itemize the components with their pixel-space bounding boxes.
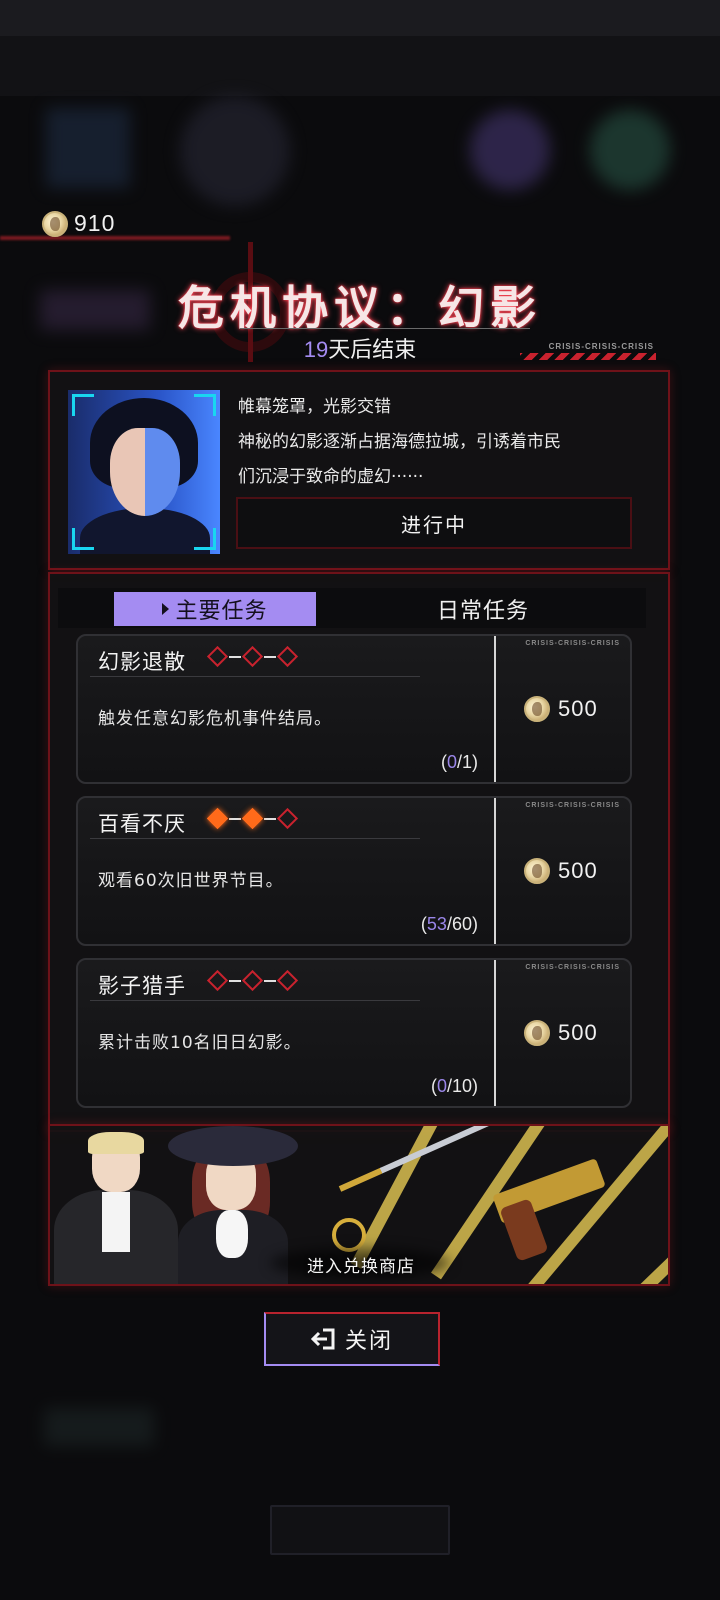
countdown-suffix: 天后结束 <box>328 338 417 363</box>
crisis-tag: CRISIS-CRISIS-CRISIS <box>548 342 654 351</box>
difficulty-diamonds <box>206 807 299 830</box>
task-description: 观看60次旧世界节目。 <box>98 871 284 891</box>
background-purple-icon <box>470 110 550 190</box>
event-panel: 帷幕笼罩，光影交错 神秘的幻影逐渐占据海德拉城，引诱着市民 们沉浸于致命的虚幻·… <box>48 370 670 1314</box>
background-topbar <box>0 0 720 36</box>
pistol-icon <box>492 1158 606 1262</box>
background-green-icon <box>590 110 670 190</box>
task-reward: 500 <box>524 1020 598 1046</box>
task-progress: (53/60) <box>420 914 478 934</box>
crisis-tag: CRISIS-CRISIS-CRISIS <box>525 640 620 647</box>
event-header: 危机协议：幻影 19天后结束 CRISIS-CRISIS-CRISIS <box>0 242 720 372</box>
task-description: 累计击败10名旧日幻影。 <box>98 1033 302 1053</box>
countdown-number: 19 <box>303 337 329 362</box>
crisis-tag: CRISIS-CRISIS-CRISIS <box>525 802 620 809</box>
tasks-section: 主要任务 日常任务 幻影退散 触发任意幻影危机事件结局。 (0/1) CRISI… <box>48 572 670 1132</box>
character-portrait <box>68 390 220 554</box>
coin-icon <box>524 696 550 722</box>
task-reward: 500 <box>524 858 598 884</box>
story-line: 神秘的幻影逐渐占据海德拉城，引诱着市民 <box>238 432 561 452</box>
diamond-icon <box>276 807 299 830</box>
diamond-icon <box>206 645 229 668</box>
task-card: 百看不厌 观看60次旧世界节目。 (53/60) CRISIS-CRISIS-C… <box>76 796 632 946</box>
title-underline <box>240 328 530 329</box>
tab-main-tasks[interactable]: 主要任务 <box>114 592 316 626</box>
diamond-icon <box>241 645 264 668</box>
coin-icon <box>524 1020 550 1046</box>
diamond-icon <box>241 969 264 992</box>
task-name: 幻影退散 <box>98 650 186 674</box>
story-line: 帷幕笼罩，光影交错 <box>238 397 391 417</box>
diamond-icon <box>241 807 264 830</box>
reward-amount: 500 <box>558 1020 598 1045</box>
close-button[interactable]: 关闭 <box>264 1312 440 1366</box>
exit-icon <box>310 1327 337 1351</box>
difficulty-diamonds <box>206 969 299 992</box>
background-header <box>0 36 720 96</box>
difficulty-diamonds <box>206 645 299 668</box>
task-tabs: 主要任务 日常任务 <box>58 588 646 628</box>
reward-amount: 500 <box>558 696 598 721</box>
task-reward: 500 <box>524 696 598 722</box>
background-settings <box>44 1408 154 1446</box>
currency-amount: 910 <box>74 210 116 236</box>
diamond-icon <box>206 807 229 830</box>
story-text: 帷幕笼罩，光影交错 神秘的幻影逐渐占据海德拉城，引诱着市民 们沉浸于致命的虚幻·… <box>238 390 658 495</box>
story-line: 们沉浸于致命的虚幻······ <box>238 467 424 487</box>
background-close-ghost <box>270 1505 450 1555</box>
story-section: 帷幕笼罩，光影交错 神秘的幻影逐渐占据海德拉城，引诱着市民 们沉浸于致命的虚幻·… <box>48 370 670 570</box>
task-card: 幻影退散 触发任意幻影危机事件结局。 (0/1) CRISIS-CRISIS-C… <box>76 634 632 784</box>
background-emblem <box>180 96 290 206</box>
close-label: 关闭 <box>344 1329 393 1354</box>
background-map-thumb <box>46 108 130 188</box>
tab-daily-tasks[interactable]: 日常任务 <box>378 592 588 626</box>
sword-guard-icon <box>332 1218 366 1252</box>
status-in-progress: 进行中 <box>236 497 632 549</box>
crisis-tag: CRISIS-CRISIS-CRISIS <box>525 964 620 971</box>
diamond-icon <box>206 969 229 992</box>
tab-main-label: 主要任务 <box>175 599 268 624</box>
task-name: 影子猎手 <box>98 974 186 998</box>
coin-icon <box>524 858 550 884</box>
exchange-shop-banner[interactable]: 进入兑换商店 <box>48 1124 670 1286</box>
hazard-stripes <box>520 353 656 360</box>
coin-icon <box>42 210 68 237</box>
task-description: 触发任意幻影危机事件结局。 <box>98 709 332 729</box>
diamond-icon <box>276 645 299 668</box>
currency-counter: 910 <box>42 210 115 237</box>
shop-label: 进入兑换商店 <box>307 1257 415 1277</box>
task-progress: (0/10) <box>430 1076 478 1096</box>
task-progress: (0/1) <box>440 752 478 772</box>
task-card: 影子猎手 累计击败10名旧日幻影。 (0/10) CRISIS-CRISIS-C… <box>76 958 632 1108</box>
diamond-icon <box>276 969 299 992</box>
reward-amount: 500 <box>558 858 598 883</box>
task-name: 百看不厌 <box>98 812 186 836</box>
